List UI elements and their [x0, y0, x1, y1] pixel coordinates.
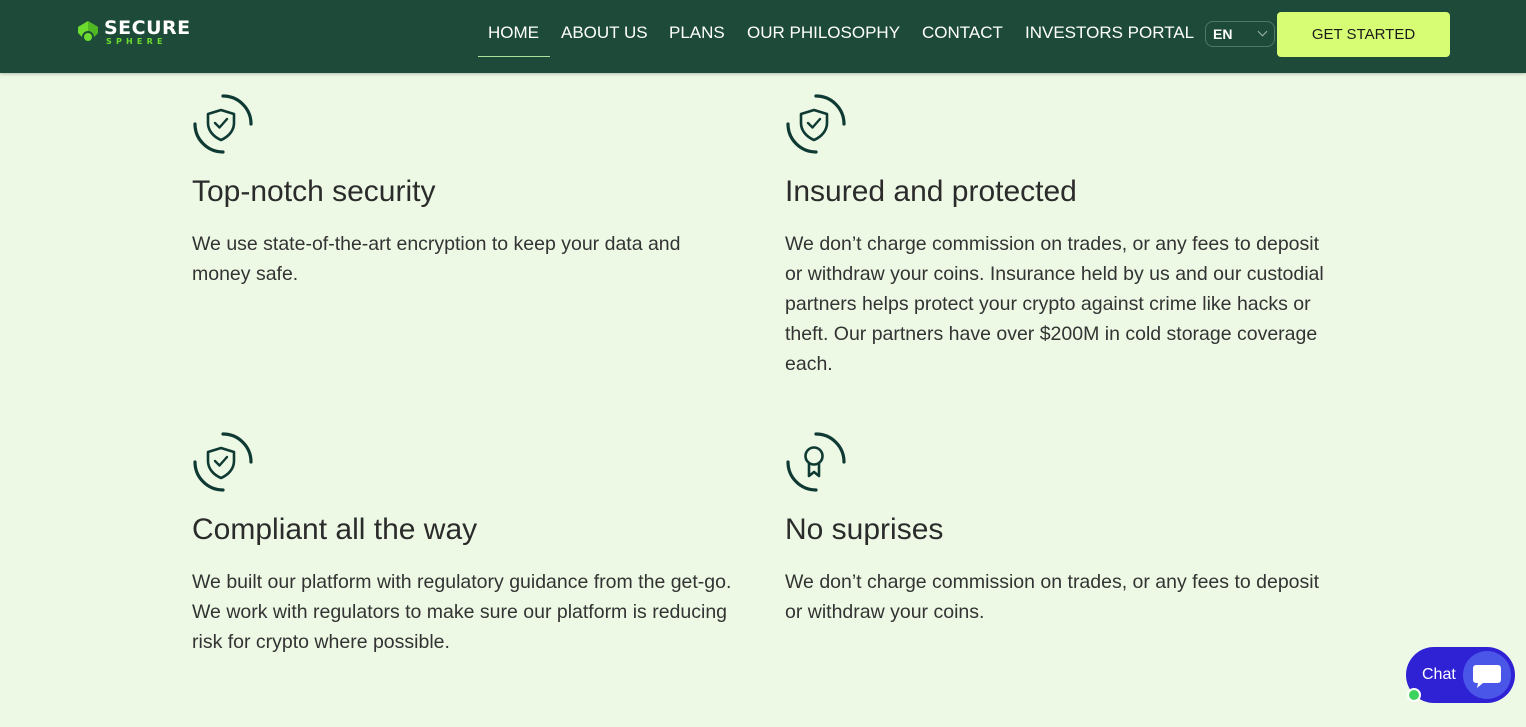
chat-bubble-icon: [1473, 665, 1501, 688]
logo-subtext: SPHERE: [106, 37, 167, 46]
language-select[interactable]: EN: [1205, 21, 1275, 47]
shield-check-icon: [193, 432, 253, 492]
language-value: EN: [1213, 26, 1233, 42]
feature-title: Insured and protected: [785, 175, 1077, 208]
get-started-button[interactable]: GET STARTED: [1277, 12, 1450, 57]
feature-title: Top-notch security: [192, 175, 436, 208]
logo[interactable]: SECURE SPHERE: [76, 18, 206, 48]
nav-contact[interactable]: CONTACT: [922, 22, 1003, 58]
chat-widget-button[interactable]: Chat: [1406, 647, 1515, 703]
chevron-down-icon: [1257, 26, 1268, 37]
logo-mark-icon: [78, 21, 98, 43]
feature-description: We don’t charge commission on trades, or…: [785, 571, 1320, 623]
online-status-indicator: [1407, 688, 1421, 702]
nav-investors-portal[interactable]: INVESTORS PORTAL: [1025, 22, 1194, 58]
award-ribbon-icon: [786, 432, 846, 492]
chat-bubble: [1463, 651, 1511, 699]
shield-check-icon: [193, 94, 253, 154]
nav-home[interactable]: HOME: [478, 22, 550, 58]
nav-plans[interactable]: PLANS: [669, 22, 725, 58]
nav-about-us[interactable]: ABOUT US: [561, 22, 648, 58]
feature-description: We don’t charge commission on trades, or…: [785, 233, 1324, 375]
feature-title: No suprises: [785, 513, 944, 546]
shield-check-icon: [786, 94, 846, 154]
feature-description: We built our platform with regulatory gu…: [192, 571, 732, 653]
nav-our-philosophy[interactable]: OUR PHILOSOPHY: [747, 22, 900, 58]
chat-label: Chat: [1422, 666, 1456, 683]
feature-description: We use state-of-the-art encryption to ke…: [192, 233, 681, 285]
feature-title: Compliant all the way: [192, 513, 478, 546]
logo-text: SECURE: [104, 17, 191, 39]
site-header: SECURE SPHERE HOME ABOUT US PLANS OUR PH…: [0, 0, 1526, 73]
